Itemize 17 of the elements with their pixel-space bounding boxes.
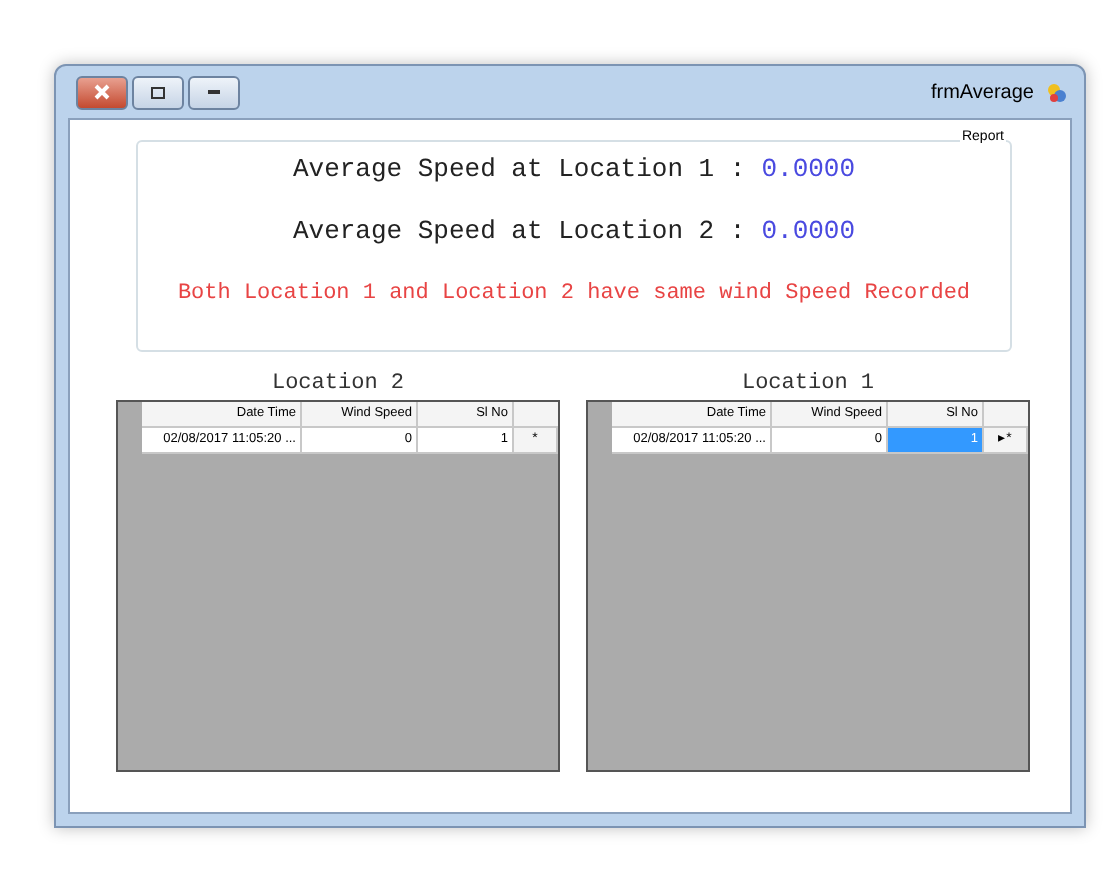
grid-title: Location 1 xyxy=(741,372,874,396)
speed-value: 0.0000 xyxy=(761,216,856,246)
app-icon xyxy=(1046,81,1068,103)
grid-title: Location 2 xyxy=(271,372,404,396)
speed-label: Average Speed at Location 2 : xyxy=(292,216,746,246)
maximize-button[interactable] xyxy=(132,75,184,109)
header-corner xyxy=(514,402,558,428)
minimize-icon xyxy=(206,88,222,96)
speed-value: 0.0000 xyxy=(761,154,856,184)
close-icon xyxy=(94,84,110,100)
maximize-icon xyxy=(150,85,166,99)
speed-label: Average Speed at Location 1 : xyxy=(292,154,746,184)
minimize-button[interactable] xyxy=(188,75,240,109)
header-corner xyxy=(984,402,1028,428)
result-message: Both Location 1 and Location 2 have same wind Speed Recorded xyxy=(177,282,971,306)
close-button[interactable] xyxy=(76,75,128,109)
window-title: frmAverage xyxy=(930,81,1034,103)
